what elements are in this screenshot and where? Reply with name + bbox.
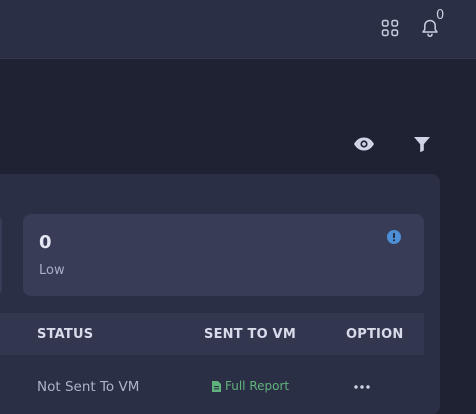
top-navbar: 0 bbox=[0, 0, 476, 59]
full-report-label: Full Report bbox=[225, 379, 290, 393]
file-icon bbox=[212, 380, 221, 392]
eye-icon[interactable] bbox=[353, 133, 375, 155]
row-status-cell: Not Sent To VM bbox=[37, 379, 140, 395]
column-header-option: OPTION bbox=[346, 327, 404, 342]
summary-card-value: 0 bbox=[39, 232, 52, 253]
full-report-link[interactable]: Full Report bbox=[212, 379, 289, 393]
summary-card-partial bbox=[0, 214, 2, 296]
table-header: STATUS SENT TO VM OPTION bbox=[0, 313, 424, 355]
column-header-sent-to-vm[interactable]: SENT TO VM bbox=[204, 327, 296, 342]
column-header-status[interactable]: STATUS bbox=[37, 327, 93, 342]
summary-card-label: Low bbox=[39, 263, 65, 278]
notification-count-badge: 0 bbox=[436, 8, 445, 23]
info-icon[interactable] bbox=[387, 230, 401, 244]
table-row: Not Sent To VM Full Report bbox=[0, 355, 424, 402]
more-horizontal-icon[interactable] bbox=[352, 381, 372, 393]
filter-icon[interactable] bbox=[412, 134, 432, 154]
apps-grid-icon[interactable] bbox=[380, 18, 400, 38]
summary-card-low: 0 Low bbox=[23, 214, 424, 296]
